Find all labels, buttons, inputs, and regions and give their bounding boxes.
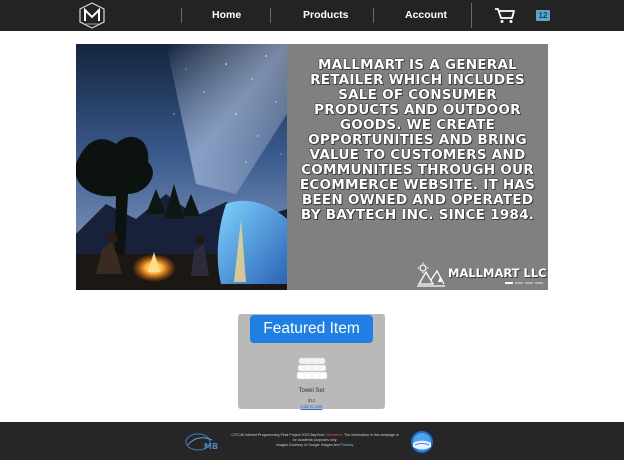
mallmart-logo-icon[interactable] — [79, 2, 105, 29]
about-description: MallMart is a general retailer which inc… — [299, 57, 536, 223]
brand-name: MALLMART LLC — [448, 266, 547, 280]
globe-badge-icon — [411, 431, 433, 453]
baytech-mb-logo-icon: MB — [185, 433, 218, 451]
carousel-indicator[interactable] — [515, 282, 523, 284]
nav-divider — [471, 3, 472, 28]
pixabay-link[interactable]: Pixabay. — [341, 443, 355, 447]
nav-products-link[interactable]: Products — [303, 0, 349, 31]
nav-divider — [181, 8, 182, 23]
top-navbar: Home Products Account 12 — [0, 0, 624, 31]
carousel-indicator[interactable] — [525, 282, 533, 284]
towel-stack-icon[interactable] — [296, 355, 328, 383]
camping-night-photo — [76, 44, 287, 290]
footer-credit: CITC46 Internet Programming Final Projec… — [231, 433, 325, 437]
cart-count-badge[interactable]: 12 — [536, 10, 550, 21]
nav-divider — [270, 8, 271, 23]
product-price: $12 — [307, 398, 316, 403]
shopping-cart-icon[interactable] — [494, 7, 516, 24]
nav-account-link[interactable]: Account — [405, 0, 447, 31]
nav-home-link[interactable]: Home — [212, 0, 241, 31]
featured-item-button[interactable]: Featured Item — [250, 315, 373, 343]
featured-card: Featured Item Towel Set $12 Add to cart — [238, 314, 385, 409]
camping-scene-icon — [417, 262, 445, 287]
svg-text:MB: MB — [204, 442, 218, 451]
carousel-indicator[interactable] — [535, 282, 543, 284]
about-panel: MallMart is a general retailer which inc… — [287, 44, 548, 290]
add-to-cart-link[interactable]: Add to cart — [238, 404, 385, 409]
product-name: Towel Set — [298, 388, 325, 394]
carousel-indicator[interactable] — [505, 282, 513, 284]
nav-divider — [373, 8, 374, 23]
footer-notice: The information in this webpage is — [344, 433, 399, 437]
footer-disclaimer: CITC46 Internet Programming Final Projec… — [230, 433, 400, 448]
disclaimer-label: Disclaimer: — [325, 433, 344, 437]
hero-carousel[interactable]: MallMart is a general retailer which inc… — [76, 44, 548, 290]
page-footer: MB CITC46 Internet Programming Final Pro… — [0, 422, 624, 460]
footer-image-credit: Images Courtesy of Google Images and — [275, 443, 340, 447]
